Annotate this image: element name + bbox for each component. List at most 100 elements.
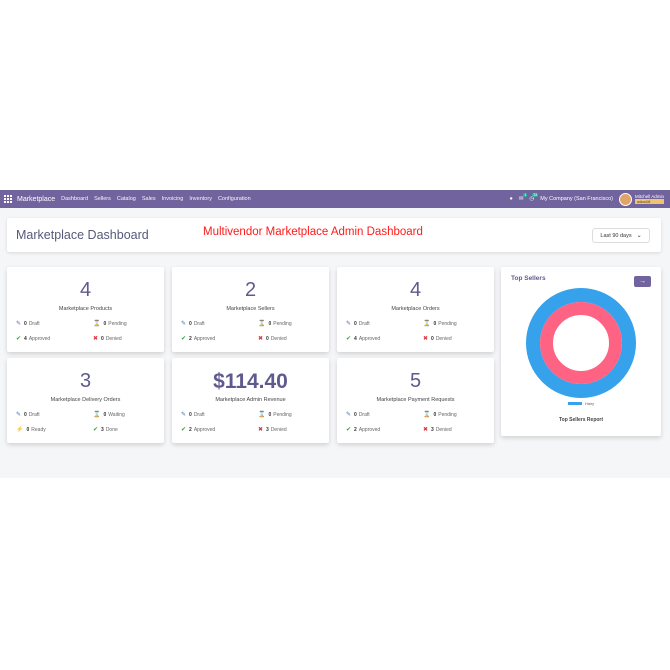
card-value: 4 bbox=[79, 279, 92, 301]
stat-draft[interactable]: ✎ 0 Draft bbox=[16, 411, 40, 419]
navbar-systray: ● ✉ 1 ◷ 33 My Company (San Francisco) Mitc… bbox=[509, 190, 670, 208]
stat-draft[interactable]: ✎ 0 Draft bbox=[16, 320, 40, 328]
hourglass-icon: ⌛ bbox=[423, 321, 431, 327]
card-label: Marketplace Payment Requests bbox=[376, 397, 455, 403]
top-sellers-panel: Top Sellers → Hairy Top Sellers Report bbox=[501, 267, 661, 436]
times-circle-icon: ✖ bbox=[423, 336, 429, 342]
card-value: 2 bbox=[244, 279, 257, 301]
times-circle-icon: ✖ bbox=[258, 427, 264, 433]
card-products[interactable]: 4 Marketplace Products ✎ 0 Draft ⌛ 0 Pending… bbox=[7, 267, 164, 352]
stat-pending[interactable]: ⌛ 0 Pending bbox=[93, 320, 127, 328]
stat-pending[interactable]: ⌛ 0 Pending bbox=[423, 411, 457, 419]
stat-done[interactable]: ✔ 3 Done bbox=[93, 426, 118, 434]
donut-ring-inner bbox=[540, 302, 622, 384]
stat-approved[interactable]: ✔ 4 Approved bbox=[16, 335, 50, 343]
card-payment-requests[interactable]: 5 Marketplace Payment Requests ✎ 0 Draft ⌛… bbox=[337, 358, 494, 443]
times-circle-icon: ✖ bbox=[93, 336, 99, 342]
stat-draft[interactable]: ✎ 0 Draft bbox=[346, 320, 370, 328]
chat-icon[interactable]: ✉ 1 bbox=[519, 193, 528, 202]
stat-denied[interactable]: ✖ 0 Denied bbox=[423, 335, 452, 343]
times-circle-icon: ✖ bbox=[258, 336, 264, 342]
stat-pending[interactable]: ⌛ 0 Pending bbox=[258, 320, 292, 328]
arrow-right-icon[interactable]: → bbox=[634, 276, 651, 287]
menu-sellers[interactable]: Sellers bbox=[94, 196, 111, 202]
bug-icon[interactable]: ● bbox=[509, 196, 512, 202]
page-title: Marketplace Dashboard bbox=[16, 228, 149, 242]
stat-denied[interactable]: ✖ 0 Denied bbox=[93, 335, 122, 343]
check-circle-icon: ✔ bbox=[181, 336, 187, 342]
banner-text: Multivendor Marketplace Admin Dashboard bbox=[203, 226, 423, 238]
stat-denied[interactable]: ✖ 0 Denied bbox=[258, 335, 287, 343]
card-sellers[interactable]: 2 Marketplace Sellers ✎ 0 Draft ⌛ 0 Pending … bbox=[172, 267, 329, 352]
stat-pending[interactable]: ⌛ 0 Pending bbox=[258, 411, 292, 419]
activity-badge: 33 bbox=[532, 193, 539, 197]
stat-pending[interactable]: ⌛ 0 Pending bbox=[423, 320, 457, 328]
stat-draft[interactable]: ✎ 0 Draft bbox=[181, 320, 205, 328]
stat-waiting[interactable]: ⌛ 0 Waiting bbox=[93, 411, 125, 419]
date-range-label: Last 90 days bbox=[600, 232, 632, 239]
card-label: Marketplace Products bbox=[58, 306, 113, 312]
stat-denied[interactable]: ✖ 3 Denied bbox=[258, 426, 287, 434]
card-delivery-orders[interactable]: 3 Marketplace Delivery Orders ✎ 0 Draft ⌛ 0… bbox=[7, 358, 164, 443]
stat-denied[interactable]: ✖ 3 Denied bbox=[423, 426, 452, 434]
messages-badge: 1 bbox=[523, 193, 528, 197]
check-circle-icon: ✔ bbox=[16, 336, 22, 342]
stat-approved[interactable]: ✔ 2 Approved bbox=[346, 426, 380, 434]
check-circle-icon: ✔ bbox=[346, 427, 352, 433]
clock-icon[interactable]: ◷ 33 bbox=[529, 193, 539, 202]
bolt-icon: ⚡ bbox=[16, 427, 24, 433]
menu-dashboard[interactable]: Dashboard bbox=[61, 196, 88, 202]
user-menu[interactable]: Mitchell Admin odoo16 bbox=[634, 194, 664, 204]
menu-sales[interactable]: Sales bbox=[142, 196, 156, 202]
avatar[interactable] bbox=[618, 192, 632, 206]
legend-swatch bbox=[567, 402, 582, 405]
check-circle-icon: ✔ bbox=[93, 427, 99, 433]
card-label: Marketplace Sellers bbox=[226, 306, 275, 312]
stat-draft[interactable]: ✎ 0 Draft bbox=[181, 411, 205, 419]
hourglass-icon: ⌛ bbox=[423, 412, 431, 418]
menu-invoicing[interactable]: Invoicing bbox=[162, 196, 184, 202]
edit-icon: ✎ bbox=[181, 412, 187, 418]
stat-ready[interactable]: ⚡ 0 Ready bbox=[16, 426, 46, 434]
company-switcher[interactable]: My Company (San Francisco) bbox=[540, 196, 613, 202]
stat-approved[interactable]: ✔ 4 Approved bbox=[346, 335, 380, 343]
card-label: Marketplace Admin Revenue bbox=[215, 397, 286, 403]
edit-icon: ✎ bbox=[16, 412, 22, 418]
edit-icon: ✎ bbox=[16, 321, 22, 327]
apps-menu-icon[interactable] bbox=[4, 195, 12, 203]
app-brand[interactable]: Marketplace bbox=[17, 196, 55, 203]
legend-label: Hairy bbox=[584, 401, 595, 406]
stat-approved[interactable]: ✔ 2 Approved bbox=[181, 426, 215, 434]
hourglass-icon: ⌛ bbox=[258, 412, 266, 418]
menu-inventory[interactable]: Inventory bbox=[189, 196, 212, 202]
chart-caption: Top Sellers Report bbox=[558, 417, 604, 423]
database-badge: odoo16 bbox=[634, 199, 664, 204]
dashboard-header: Marketplace Dashboard Multivendor Market… bbox=[7, 218, 661, 252]
card-value: $114.40 bbox=[213, 370, 288, 393]
card-value: 5 bbox=[409, 370, 422, 392]
top-sellers-donut bbox=[526, 288, 636, 398]
card-value: 3 bbox=[79, 370, 92, 392]
card-label: Marketplace Orders bbox=[391, 306, 440, 312]
times-circle-icon: ✖ bbox=[423, 427, 429, 433]
top-navbar: Marketplace Dashboard Sellers Catalog Sa… bbox=[0, 190, 670, 208]
menu-catalog[interactable]: Catalog bbox=[117, 196, 136, 202]
card-label: Marketplace Delivery Orders bbox=[50, 397, 121, 403]
check-circle-icon: ✔ bbox=[181, 427, 187, 433]
edit-icon: ✎ bbox=[181, 321, 187, 327]
edit-icon: ✎ bbox=[346, 412, 352, 418]
menu-configuration[interactable]: Configuration bbox=[218, 196, 251, 202]
chevron-down-icon: ⌄ bbox=[636, 233, 642, 239]
card-orders[interactable]: 4 Marketplace Orders ✎ 0 Draft ⌛ 0 Pending ✔… bbox=[337, 267, 494, 352]
hourglass-icon: ⌛ bbox=[258, 321, 266, 327]
stat-approved[interactable]: ✔ 2 Approved bbox=[181, 335, 215, 343]
edit-icon: ✎ bbox=[346, 321, 352, 327]
hourglass-icon: ⌛ bbox=[93, 412, 101, 418]
card-admin-revenue[interactable]: $114.40 Marketplace Admin Revenue ✎ 0 Draf… bbox=[172, 358, 329, 443]
stat-draft[interactable]: ✎ 0 Draft bbox=[346, 411, 370, 419]
card-value: 4 bbox=[409, 279, 422, 301]
hourglass-icon: ⌛ bbox=[93, 321, 101, 327]
date-range-select[interactable]: Last 90 days ⌄ bbox=[592, 228, 650, 243]
app-area: Marketplace Dashboard Sellers Catalog Sa… bbox=[0, 190, 670, 478]
panel-title: Top Sellers bbox=[511, 275, 546, 282]
